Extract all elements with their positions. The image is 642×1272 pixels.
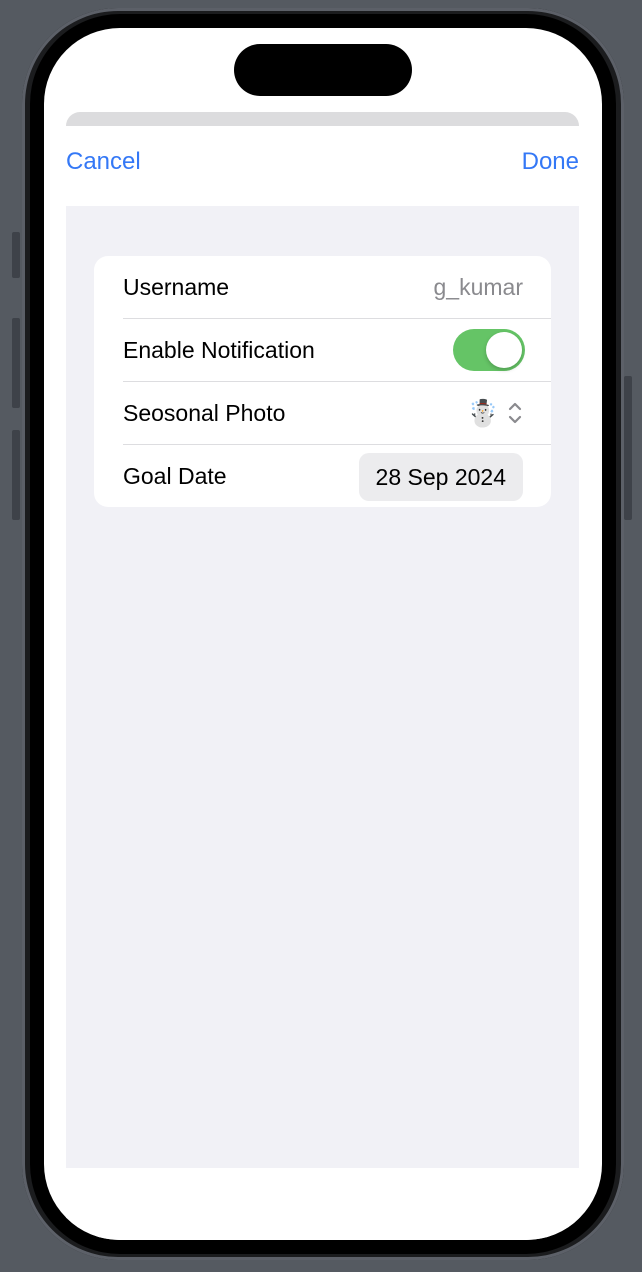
goal-date-label: Goal Date <box>123 462 227 489</box>
cancel-button[interactable]: Cancel <box>66 148 141 176</box>
notification-toggle[interactable] <box>453 329 525 371</box>
done-button[interactable]: Done <box>522 148 579 176</box>
form-background: Username g_kumar Enable Notification Seo… <box>66 206 579 1168</box>
seasonal-photo-picker[interactable]: ☃️ <box>467 400 523 426</box>
settings-sheet: Cancel Done Username g_kumar Enable Noti… <box>66 126 579 1240</box>
seasonal-photo-label: Seosonal Photo <box>123 399 286 426</box>
settings-card: Username g_kumar Enable Notification Seo… <box>94 256 551 507</box>
device-screen: Cancel Done Username g_kumar Enable Noti… <box>44 28 602 1240</box>
power-button <box>624 376 632 520</box>
goal-date-row: Goal Date 28 Sep 2024 <box>123 445 551 507</box>
volume-down-button <box>12 430 20 520</box>
notification-label: Enable Notification <box>123 336 315 363</box>
action-button <box>12 232 20 278</box>
snowman-emoji: ☃️ <box>466 398 499 428</box>
dynamic-island <box>234 44 412 96</box>
username-label: Username <box>123 273 230 300</box>
goal-date-picker[interactable]: 28 Sep 2024 <box>358 453 523 501</box>
volume-up-button <box>12 318 20 408</box>
seasonal-photo-row: Seosonal Photo ☃️ <box>123 382 551 445</box>
toggle-knob <box>486 332 522 368</box>
username-row[interactable]: Username g_kumar <box>123 256 551 319</box>
username-value[interactable]: g_kumar <box>434 274 523 301</box>
notification-row: Enable Notification <box>123 319 551 382</box>
chevron-up-down-icon <box>508 402 522 424</box>
